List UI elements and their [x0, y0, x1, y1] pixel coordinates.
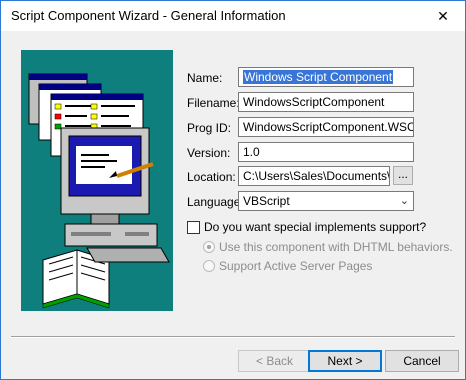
radio-selected-dot: [207, 245, 211, 249]
name-field-value: Windows Script Component: [243, 70, 394, 84]
chevron-down-icon: ⌄: [399, 195, 409, 207]
title-bar: Script Component Wizard - General Inform…: [1, 1, 465, 31]
browse-button[interactable]: ...: [393, 166, 413, 185]
radio-active-server-pages[interactable]: [203, 260, 215, 272]
window-title: Script Component Wizard - General Inform…: [11, 8, 286, 23]
wizard-illustration: [21, 50, 173, 311]
close-button[interactable]: ✕: [431, 4, 455, 28]
language-select-value: VBScript: [243, 194, 290, 208]
language-select[interactable]: VBScript ⌄: [238, 191, 414, 211]
special-implements-checkbox[interactable]: [187, 221, 200, 234]
cancel-button[interactable]: Cancel: [385, 350, 459, 372]
next-button[interactable]: Next >: [308, 350, 382, 372]
footer-separator: [11, 336, 455, 338]
version-label: Version:: [187, 146, 231, 160]
progid-field[interactable]: WindowsScriptComponent.WSC: [238, 117, 414, 137]
back-button[interactable]: < Back: [238, 350, 311, 372]
location-label: Location:: [187, 170, 236, 184]
name-field[interactable]: Windows Script Component: [238, 67, 414, 87]
wizard-window: Script Component Wizard - General Inform…: [0, 0, 466, 380]
language-label: Language:: [187, 195, 244, 209]
computer-with-book-illustration-icon: [28, 73, 170, 309]
radio-asp-label[interactable]: Support Active Server Pages: [219, 259, 372, 273]
radio-dhtml-behaviors[interactable]: [203, 241, 215, 253]
filename-label: Filename:: [187, 96, 240, 110]
location-field[interactable]: C:\Users\Sales\Documents\SAF: [238, 166, 390, 186]
close-icon: ✕: [437, 7, 449, 24]
filename-field[interactable]: WindowsScriptComponent: [238, 92, 414, 112]
name-label: Name:: [187, 71, 223, 85]
version-field[interactable]: 1.0: [238, 142, 414, 162]
special-implements-label[interactable]: Do you want special implements support?: [204, 220, 426, 234]
radio-dhtml-label[interactable]: Use this component with DHTML behaviors.: [219, 240, 453, 254]
progid-label: Prog ID:: [187, 121, 232, 135]
